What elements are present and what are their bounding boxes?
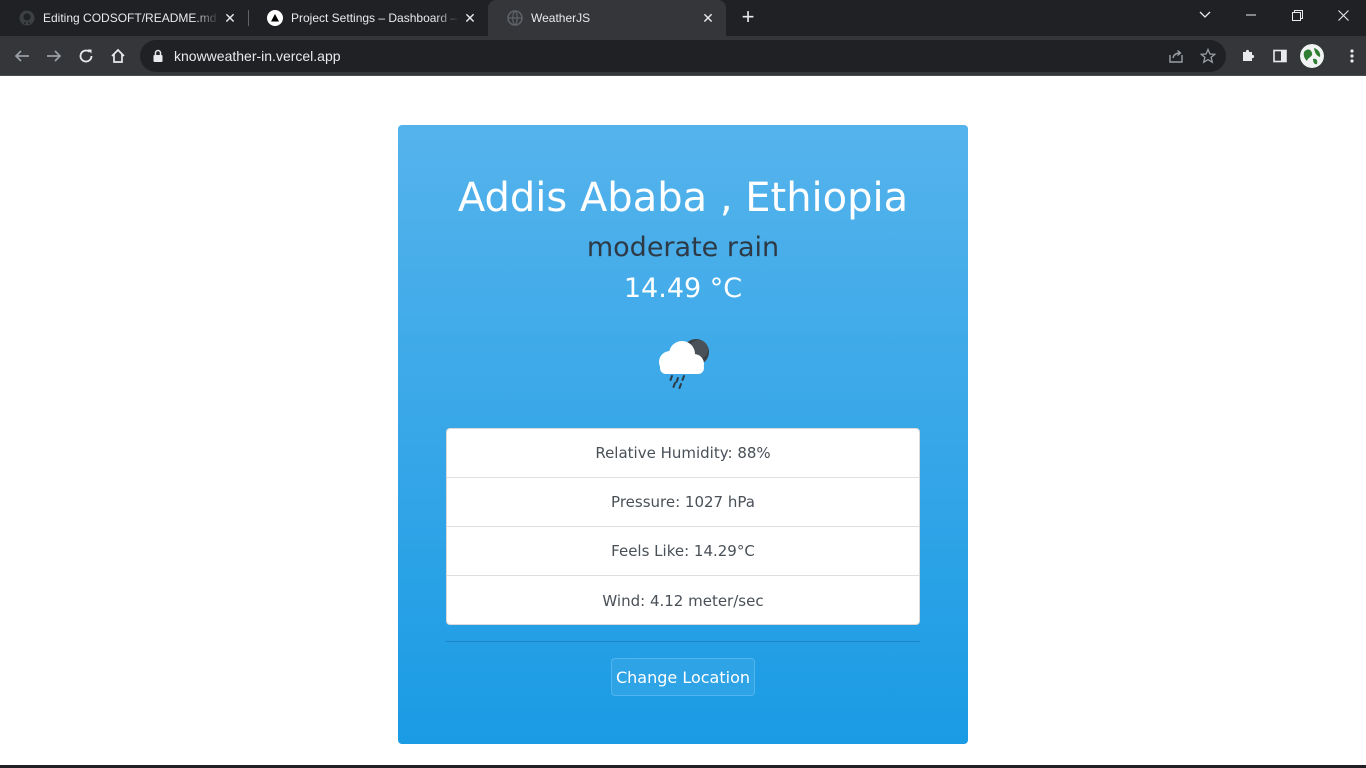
globe-icon — [507, 10, 523, 26]
chrome-menu-button[interactable] — [1338, 42, 1366, 70]
back-button[interactable] — [8, 42, 36, 70]
tab-search-button[interactable] — [1182, 0, 1228, 30]
humidity-item: Relative Humidity: 88% — [447, 429, 919, 478]
home-button[interactable] — [104, 42, 132, 70]
chevron-down-icon — [1199, 11, 1211, 18]
home-icon — [111, 48, 125, 63]
tab-title: Project Settings – Dashboard – V — [291, 11, 460, 25]
share-icon[interactable] — [1166, 46, 1186, 66]
more-vertical-icon — [1350, 49, 1354, 63]
reload-icon — [79, 49, 93, 63]
wind-item: Wind: 4.12 meter/sec — [602, 591, 764, 610]
vercel-icon — [267, 10, 283, 26]
extensions-button[interactable] — [1234, 42, 1262, 70]
tab-title: Editing CODSOFT/README.md at — [43, 11, 220, 25]
lock-icon[interactable] — [152, 48, 164, 69]
browser-toolbar: knowweather-in.vercel.app — [0, 36, 1366, 76]
location-heading: Addis Ababa , Ethiopia — [457, 175, 909, 221]
tab-project-settings[interactable]: Project Settings – Dashboard – V ✕ — [248, 0, 488, 36]
pressure-item: Pressure: 1027 hPa — [447, 478, 919, 527]
close-tab-icon[interactable]: ✕ — [220, 8, 240, 28]
new-tab-button[interactable]: + — [736, 6, 760, 30]
github-icon — [19, 10, 35, 26]
rain-cloud-night-icon — [654, 334, 712, 390]
tab-title: WeatherJS — [531, 11, 591, 25]
address-bar[interactable]: knowweather-in.vercel.app — [140, 40, 1226, 72]
close-window-button[interactable] — [1320, 0, 1366, 30]
divider — [446, 641, 920, 642]
tab-weatherjs[interactable]: WeatherJS ✕ — [488, 0, 726, 36]
minimize-icon — [1246, 14, 1256, 16]
reload-button[interactable] — [72, 42, 100, 70]
url-text: knowweather-in.vercel.app — [174, 48, 341, 64]
browser-tab-strip: Editing CODSOFT/README.md at ✕ Project S… — [0, 0, 1366, 36]
arrow-left-icon — [14, 50, 29, 62]
temperature: 14.49 °C — [623, 273, 743, 304]
close-icon — [1337, 9, 1349, 21]
restore-button[interactable] — [1274, 0, 1320, 30]
weather-condition: moderate rain — [586, 232, 780, 263]
arrow-right-icon — [47, 50, 62, 62]
change-location-button[interactable]: Change Location — [611, 658, 755, 696]
restore-icon — [1291, 9, 1303, 21]
forward-button[interactable] — [40, 42, 68, 70]
bookmark-star-icon[interactable] — [1198, 46, 1218, 66]
feels-like-item: Feels Like: 14.29°C — [447, 527, 919, 576]
close-tab-icon[interactable]: ✕ — [698, 8, 718, 28]
minimize-button[interactable] — [1228, 0, 1274, 30]
tab-editing-readme[interactable]: Editing CODSOFT/README.md at ✕ — [0, 0, 248, 36]
close-tab-icon[interactable]: ✕ — [460, 8, 480, 28]
weather-details-list: Relative Humidity: 88% Pressure: 1027 hP… — [446, 428, 920, 625]
puzzle-icon — [1243, 49, 1255, 61]
side-panel-icon — [1273, 49, 1287, 63]
profile-avatar[interactable] — [1300, 44, 1324, 68]
side-panel-button[interactable] — [1266, 42, 1294, 70]
